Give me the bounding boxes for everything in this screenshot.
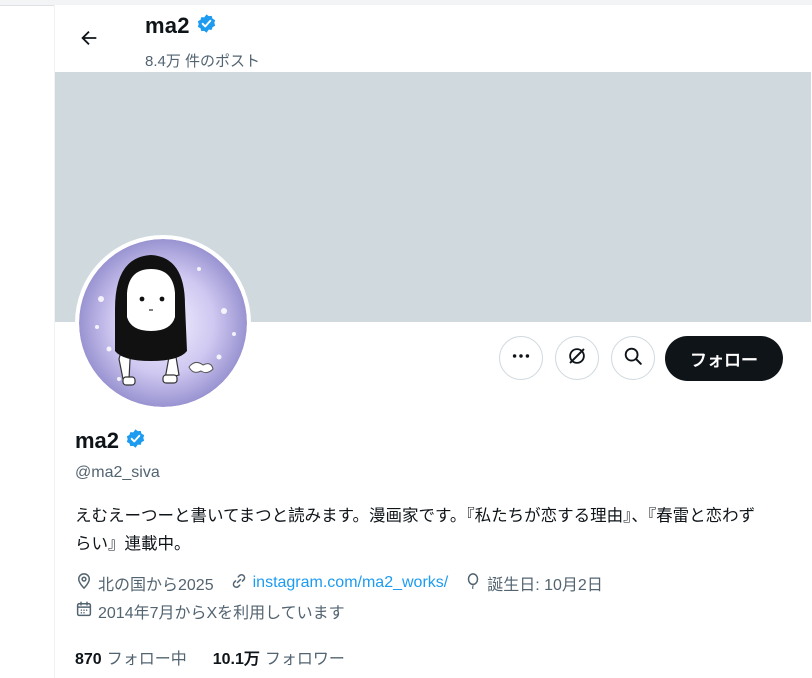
birthday-item: 誕生日: 10月2日 [464, 571, 603, 595]
profile-name: ma2 [75, 428, 120, 453]
followers-count: 10.1万 [212, 651, 260, 668]
following-link[interactable]: 870 フォロー中 [75, 645, 187, 669]
joined-item: 2014年7月からXを利用しています [75, 599, 345, 623]
profile-handle: @ma2_siva [75, 464, 160, 481]
profile-bio: えむえーつーと書いてまつと読みます。漫画家です。『私たちが恋する理由』、『春雷と… [75, 507, 756, 553]
link-icon [230, 572, 248, 595]
search-button[interactable] [611, 336, 655, 380]
grok-button[interactable] [555, 336, 599, 380]
avatar[interactable] [75, 235, 251, 411]
arrow-left-icon [78, 27, 100, 54]
more-button[interactable] [499, 336, 543, 380]
location-item: 北の国から2025 [75, 571, 214, 595]
follow-stats: 870 フォロー中 10.1万 フォロワー [75, 645, 371, 669]
joined-row: 2014年7月からXを利用しています [75, 599, 361, 623]
verified-badge-icon[interactable] [125, 428, 146, 454]
following-count: 870 [75, 651, 102, 668]
website-link[interactable]: instagram.com/ma2_works/ [253, 574, 449, 592]
calendar-icon [75, 600, 93, 623]
header-name: ma2 [145, 13, 190, 38]
search-icon [622, 345, 644, 372]
more-dots-icon [510, 345, 532, 372]
location-text: 北の国から2025 [98, 577, 214, 594]
profile-header: ma2 8.4万 件のポスト [55, 5, 811, 72]
followers-link[interactable]: 10.1万 フォロワー [213, 645, 345, 669]
profile-meta-row: 北の国から2025 instagram.com/ma2_works/ 誕生日: … [75, 571, 619, 595]
birthday-text: 誕生日: 10月2日 [487, 577, 603, 594]
grok-icon [566, 345, 588, 372]
header-title: ma2 [145, 13, 217, 39]
profile-name-row: ma2 [75, 428, 146, 454]
profile-column: ma2 8.4万 件のポスト フォロー ma2 @ma2_siva えむえーつー… [54, 5, 812, 678]
location-pin-icon [75, 572, 93, 595]
verified-badge-icon [196, 13, 217, 39]
followers-label: フォロワー [264, 651, 345, 668]
joined-text: 2014年7月からXを利用しています [98, 605, 345, 622]
website-item[interactable]: instagram.com/ma2_works/ [230, 572, 449, 595]
following-label: フォロー中 [106, 651, 187, 668]
post-count: 8.4万 件のポスト [145, 53, 261, 70]
back-button[interactable] [71, 22, 107, 58]
follow-button[interactable]: フォロー [665, 336, 783, 381]
balloon-icon [464, 572, 482, 595]
